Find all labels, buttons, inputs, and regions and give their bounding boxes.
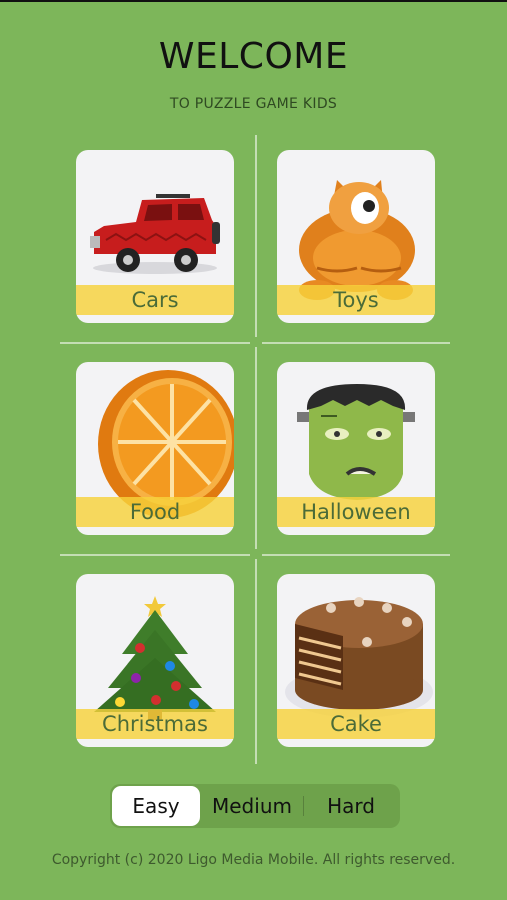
category-label: Halloween [277, 497, 435, 527]
category-card-toys[interactable]: Toys [277, 150, 435, 323]
grid-divider-horizontal [262, 342, 450, 344]
category-card-cars[interactable]: Cars [76, 150, 234, 323]
copyright-text: Copyright (c) 2020 Ligo Media Mobile. Al… [51, 852, 456, 868]
category-label: Christmas [76, 709, 234, 739]
difficulty-selector: Easy Medium Hard [110, 784, 400, 828]
grid-divider-vertical [255, 559, 257, 764]
grid-divider-vertical [255, 347, 257, 549]
page-subtitle: TO PUZZLE GAME KIDS [169, 96, 338, 112]
grid-divider-vertical [255, 135, 257, 337]
difficulty-medium-button[interactable]: Medium [202, 786, 302, 826]
difficulty-hard-button[interactable]: Hard [304, 786, 398, 826]
grid-divider-horizontal [262, 554, 450, 556]
category-label: Food [76, 497, 234, 527]
category-card-halloween[interactable]: Halloween [277, 362, 435, 535]
top-border [0, 0, 507, 2]
grid-divider-horizontal [60, 554, 250, 556]
grid-divider-horizontal [60, 342, 250, 344]
page-title: WELCOME [158, 36, 349, 77]
category-label: Toys [277, 285, 435, 315]
category-label: Cake [277, 709, 435, 739]
difficulty-easy-button[interactable]: Easy [112, 786, 200, 826]
category-card-christmas[interactable]: Christmas [76, 574, 234, 747]
category-label: Cars [76, 285, 234, 315]
category-card-cake[interactable]: Cake [277, 574, 435, 747]
category-card-food[interactable]: Food [76, 362, 234, 535]
